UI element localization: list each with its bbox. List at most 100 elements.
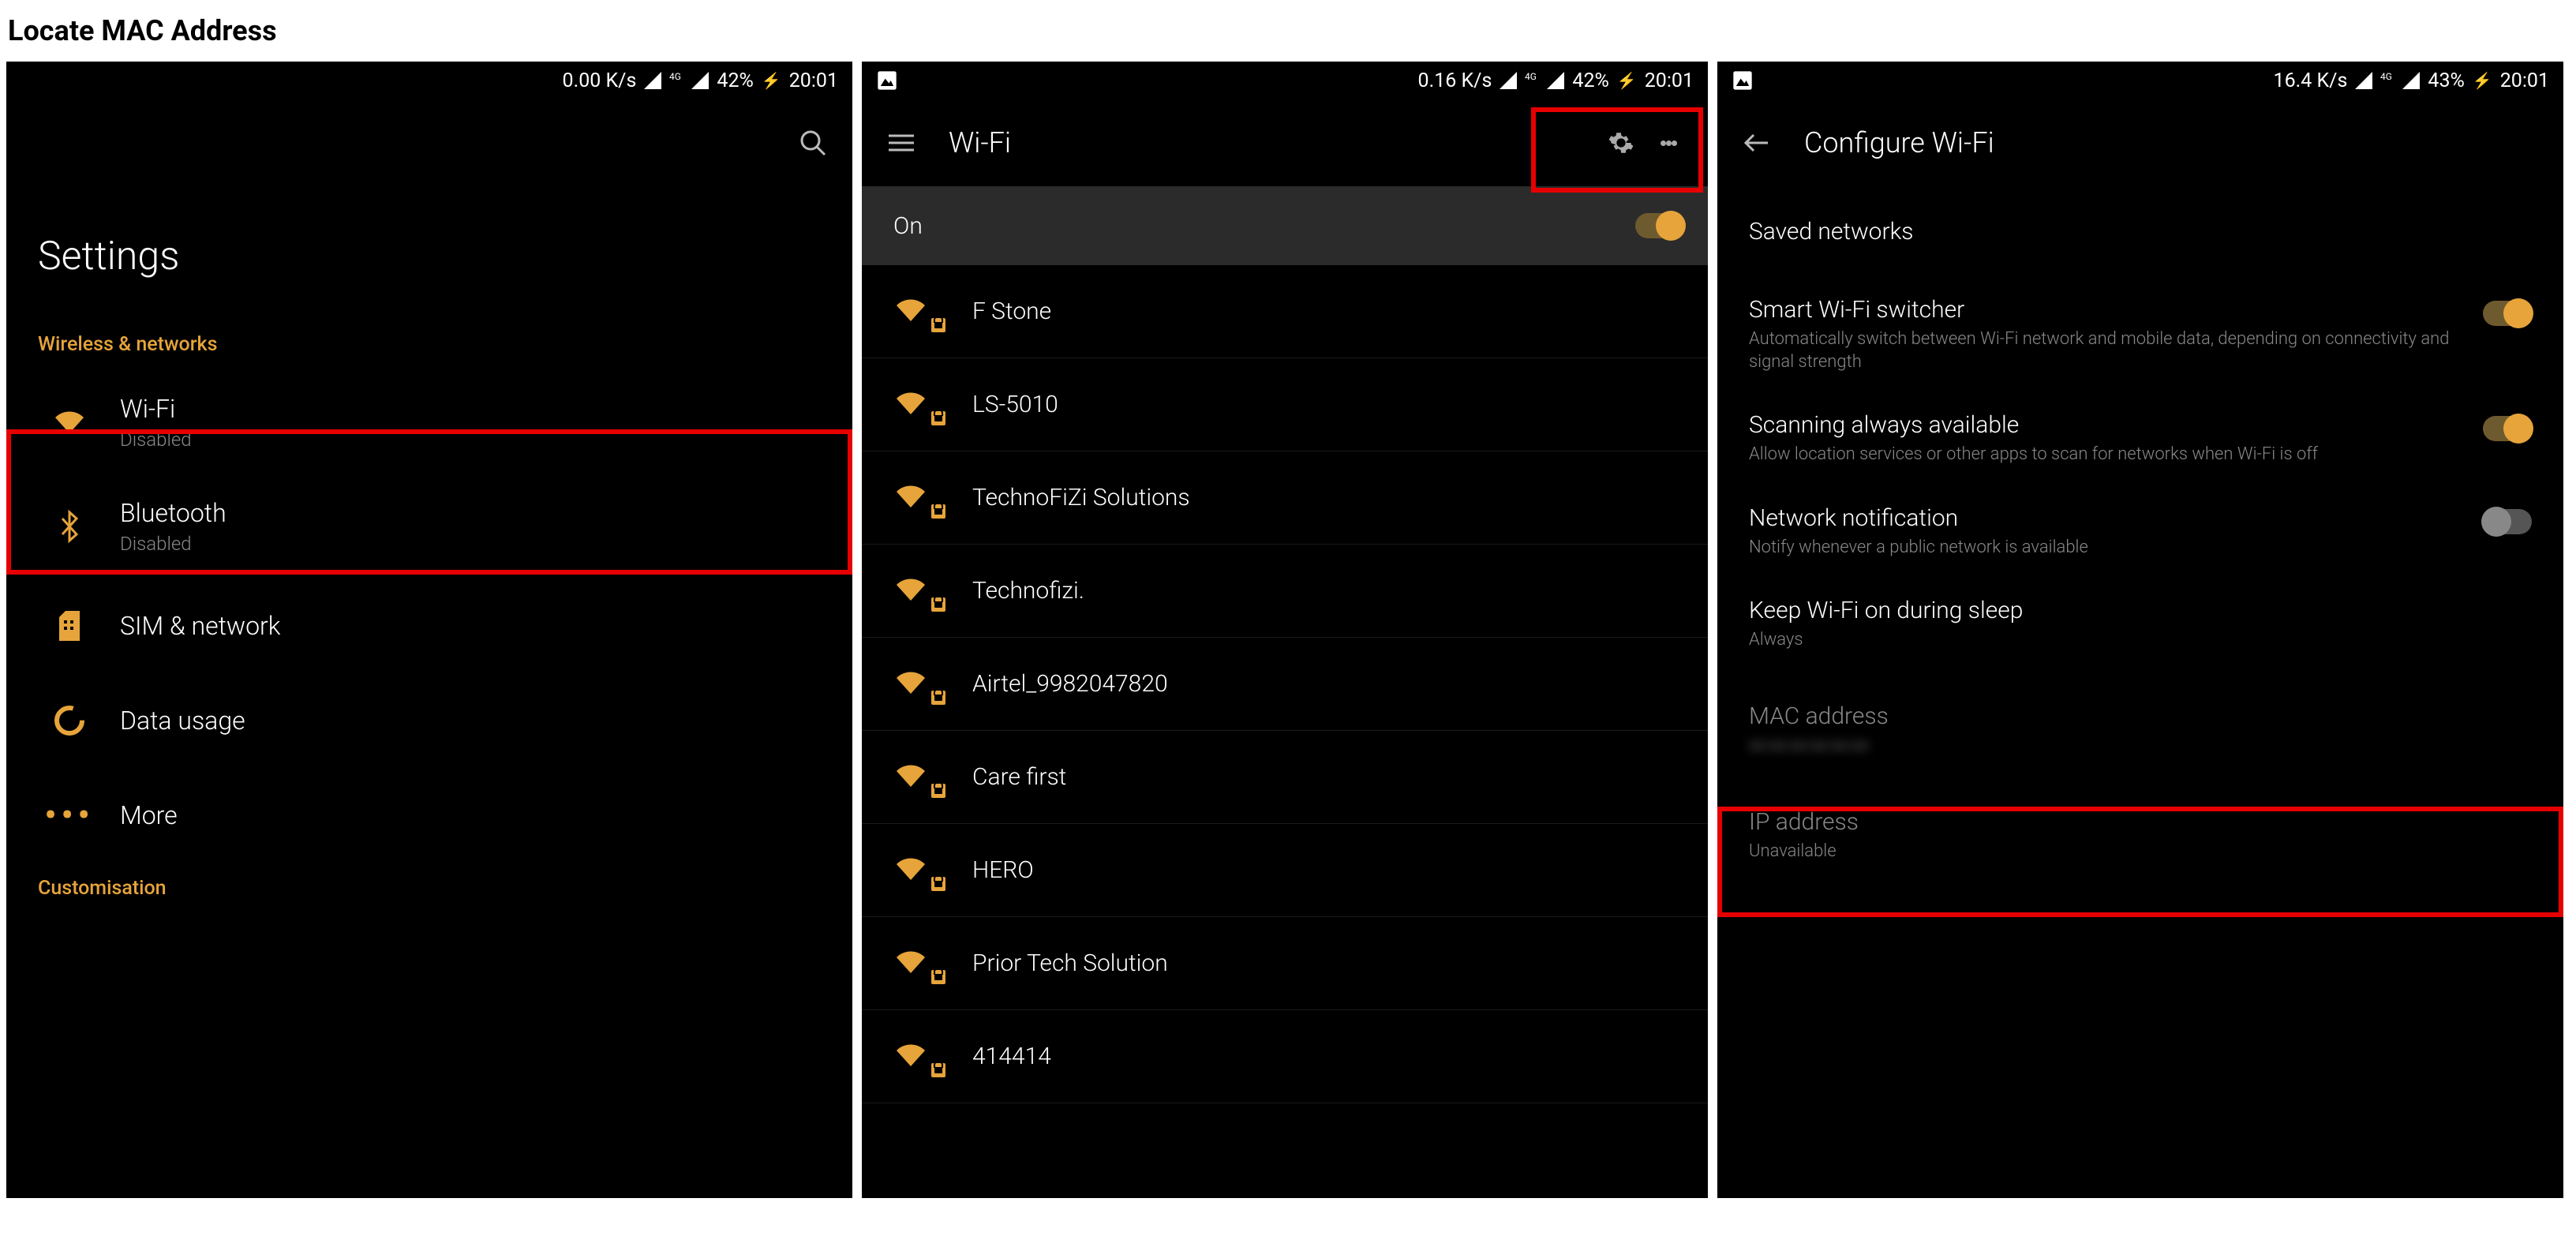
network-row[interactable]: 414414 <box>862 1010 1708 1103</box>
lock-icon <box>931 691 945 705</box>
network-speed: 16.4 K/s <box>2274 69 2348 92</box>
wifi-toggle[interactable] <box>1635 213 1684 238</box>
network-notification-toggle[interactable] <box>2483 509 2532 534</box>
lock-icon <box>931 411 945 425</box>
network-name: TechnoFiZi Solutions <box>972 484 1190 511</box>
battery-percent: 42% <box>1572 69 1608 92</box>
wifi-toggle-label: On <box>893 212 923 240</box>
wifi-signal-icon <box>893 389 941 421</box>
network-notification-row[interactable]: Network notification Notify whenever a p… <box>1717 485 2563 579</box>
network-speed: 0.16 K/s <box>1418 69 1492 92</box>
svg-text:4G: 4G <box>2380 71 2392 82</box>
scanning-title: Scanning always available <box>1749 411 2467 439</box>
wifi-row[interactable]: Wi-Fi Disabled <box>6 370 852 474</box>
network-row[interactable]: HERO <box>862 824 1708 917</box>
signal-icon <box>1500 72 1517 89</box>
wifi-signal-icon <box>893 482 941 514</box>
more-icon: ••• <box>44 796 94 835</box>
network-row[interactable]: F Stone <box>862 265 1708 358</box>
data-usage-label: Data usage <box>120 706 821 736</box>
section-header-wireless: Wireless & networks <box>6 319 852 370</box>
svg-text:4G: 4G <box>1525 71 1537 82</box>
network-name: LS-5010 <box>972 391 1058 418</box>
more-row[interactable]: ••• More <box>6 768 852 863</box>
clock: 20:01 <box>2500 69 2549 92</box>
charging-icon: ⚡ <box>762 71 781 90</box>
keep-wifi-value: Always <box>1749 629 2532 652</box>
network-row[interactable]: Technofizi. <box>862 545 1708 638</box>
status-bar: 16.4 K/s 4G 43% ⚡ 20:01 <box>1717 62 2563 99</box>
lock-icon <box>931 504 945 519</box>
network-speed: 0.00 K/s <box>563 69 637 92</box>
network-type: 4G <box>669 70 683 92</box>
network-name: Technofizi. <box>972 577 1084 605</box>
signal-icon-2 <box>2402 72 2420 89</box>
smart-wifi-toggle[interactable] <box>2483 301 2532 326</box>
status-bar: 0.00 K/s 4G 42% ⚡ 20:01 <box>6 62 852 99</box>
svg-text:4G: 4G <box>669 71 681 82</box>
keep-wifi-title: Keep Wi-Fi on during sleep <box>1749 597 2532 624</box>
keep-wifi-row[interactable]: Keep Wi-Fi on during sleep Always <box>1717 578 2563 671</box>
network-row[interactable]: LS-5010 <box>862 358 1708 451</box>
battery-percent: 43% <box>2428 69 2464 92</box>
search-icon[interactable] <box>797 127 829 159</box>
scanning-toggle[interactable] <box>2483 416 2532 441</box>
signal-icon-2 <box>691 72 709 89</box>
wifi-toggle-row[interactable]: On <box>862 186 1708 265</box>
overflow-icon[interactable] <box>1653 127 1684 159</box>
lock-icon <box>931 784 945 798</box>
network-name: Airtel_9982047820 <box>972 670 1168 698</box>
wifi-label: Wi-Fi <box>120 394 821 424</box>
signal-icon-2 <box>1547 72 1564 89</box>
data-usage-icon <box>52 703 87 738</box>
network-name: HERO <box>972 856 1034 884</box>
network-name: Care first <box>972 763 1066 791</box>
smart-wifi-title: Smart Wi-Fi switcher <box>1749 296 2467 324</box>
network-type: 4G <box>2380 70 2394 92</box>
sim-icon <box>56 609 83 642</box>
network-row[interactable]: TechnoFiZi Solutions <box>862 451 1708 545</box>
smart-wifi-switcher-row[interactable]: Smart Wi-Fi switcher Automatically switc… <box>1717 277 2563 392</box>
network-row[interactable]: Care first <box>862 731 1708 824</box>
hamburger-icon[interactable] <box>886 127 917 159</box>
gear-icon[interactable] <box>1605 127 1637 159</box>
back-icon[interactable] <box>1741 127 1773 159</box>
configure-wifi-screen: 16.4 K/s 4G 43% ⚡ 20:01 Configure Wi-Fi … <box>1717 62 2563 1198</box>
mac-address-title: MAC address <box>1749 702 2532 730</box>
wifi-signal-icon <box>893 855 941 886</box>
network-notification-desc: Notify whenever a public network is avai… <box>1749 537 2467 560</box>
app-bar <box>6 99 852 186</box>
lock-icon <box>931 970 945 984</box>
wifi-list-screen: 0.16 K/s 4G 42% ⚡ 20:01 Wi-Fi On F Stone… <box>862 62 1708 1198</box>
screen-title: Wi-Fi <box>949 126 1011 159</box>
ip-address-row: IP address Unavailable <box>1717 777 2563 882</box>
wifi-signal-icon <box>893 762 941 793</box>
lock-icon <box>931 877 945 891</box>
lock-icon <box>931 597 945 612</box>
bluetooth-row[interactable]: Bluetooth Disabled <box>6 474 852 579</box>
network-row[interactable]: Prior Tech Solution <box>862 917 1708 1010</box>
image-icon <box>876 69 898 97</box>
wifi-icon <box>52 408 87 436</box>
image-icon <box>1732 69 1754 97</box>
charging-icon: ⚡ <box>2473 71 2492 90</box>
clock: 20:01 <box>789 69 838 92</box>
data-usage-row[interactable]: Data usage <box>6 673 852 768</box>
saved-networks-row[interactable]: Saved networks <box>1717 186 2563 277</box>
wifi-signal-icon <box>893 296 941 328</box>
scanning-desc: Allow location services or other apps to… <box>1749 444 2467 466</box>
screen-title: Configure Wi-Fi <box>1804 126 1994 159</box>
bluetooth-label: Bluetooth <box>120 498 821 528</box>
network-name: F Stone <box>972 298 1051 325</box>
network-row[interactable]: Airtel_9982047820 <box>862 638 1708 731</box>
signal-icon <box>644 72 661 89</box>
sim-row[interactable]: SIM & network <box>6 579 852 673</box>
smart-wifi-desc: Automatically switch between Wi-Fi netwo… <box>1749 328 2467 373</box>
scanning-row[interactable]: Scanning always available Allow location… <box>1717 392 2563 485</box>
clock: 20:01 <box>1645 69 1694 92</box>
network-type: 4G <box>1525 70 1539 92</box>
wifi-signal-icon <box>893 668 941 700</box>
page-title: Locate MAC Address <box>0 0 2576 62</box>
wifi-status: Disabled <box>120 429 821 451</box>
mac-address-row: MAC address xx:xx:xx:xx:xx:xx <box>1717 671 2563 777</box>
